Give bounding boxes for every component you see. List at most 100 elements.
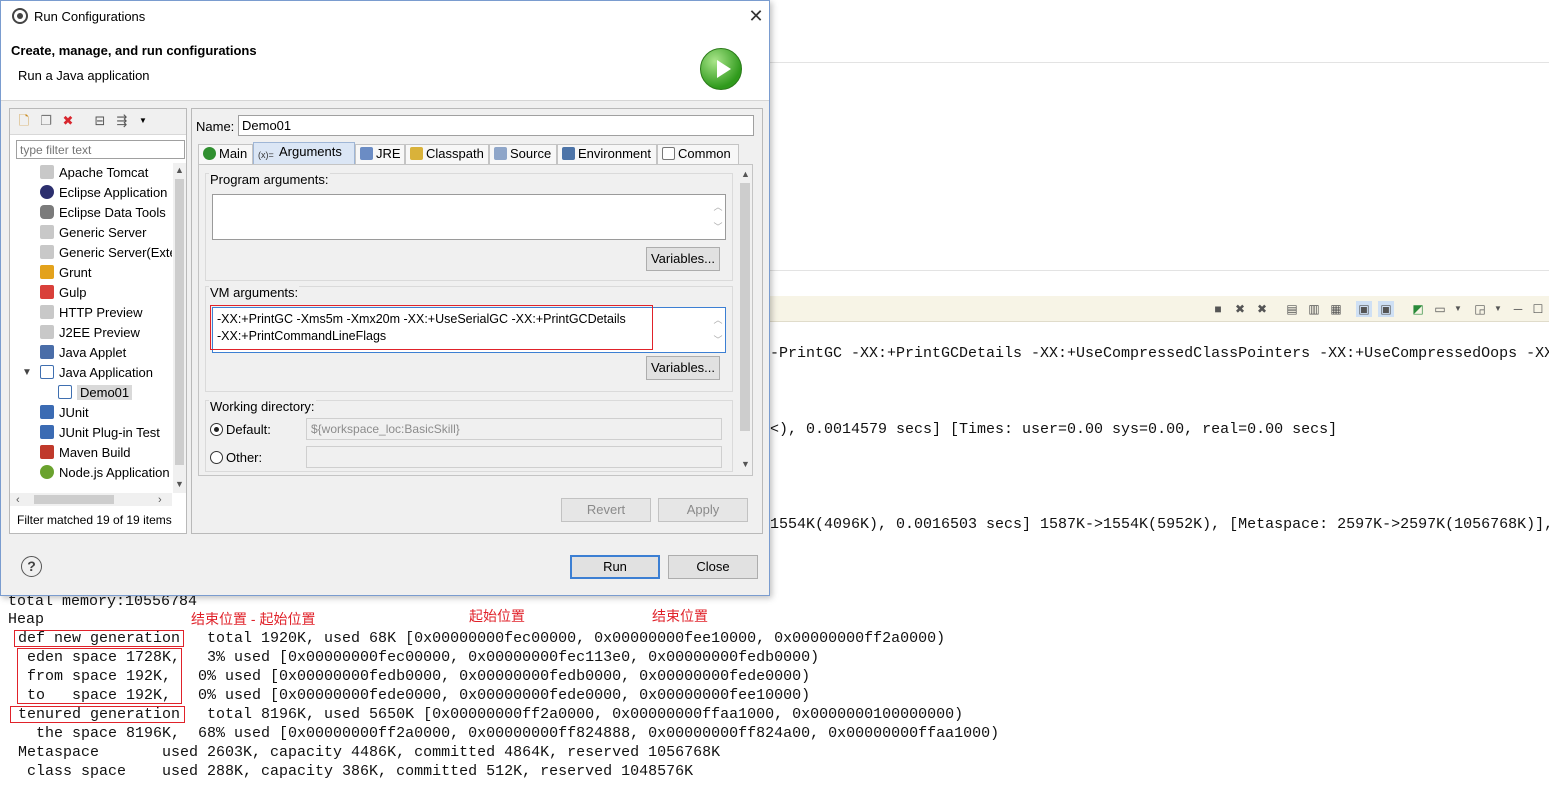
- tree-item-grunt[interactable]: Grunt: [40, 263, 92, 283]
- scrollbar-thumb[interactable]: [175, 179, 184, 465]
- tree-item-demo01[interactable]: Demo01: [58, 383, 133, 403]
- other-directory-radio[interactable]: [210, 451, 223, 464]
- tree-item-label: Java Applet: [59, 345, 127, 360]
- tree-item-maven-build[interactable]: Maven Build: [40, 443, 131, 463]
- tree-item-junit-plugin-test[interactable]: JUnit Plug-in Test: [40, 423, 160, 443]
- chevron-down-icon[interactable]: ▼: [22, 367, 32, 378]
- run-banner-icon: [700, 48, 742, 90]
- textarea-scroll-arrows[interactable]: ︿ ﹀: [713, 197, 723, 237]
- default-directory-label: Default:: [226, 422, 271, 437]
- vm-variables-button[interactable]: Variables...: [646, 356, 720, 380]
- server-icon: [40, 245, 54, 259]
- tab-classpath[interactable]: Classpath: [405, 144, 489, 164]
- collapse-all-icon[interactable]: ⊟: [92, 113, 108, 129]
- clear-console-icon[interactable]: ▤: [1284, 301, 1300, 317]
- delete-configuration-icon[interactable]: ✖: [60, 113, 76, 129]
- tree-item-http-preview[interactable]: HTTP Preview: [40, 303, 143, 323]
- name-field[interactable]: [238, 115, 754, 136]
- textarea-scroll-arrows[interactable]: ︿ ﹀: [713, 310, 723, 350]
- scroll-left-icon[interactable]: ‹: [16, 494, 20, 506]
- default-directory-radio[interactable]: [210, 423, 223, 436]
- tab-label: Classpath: [426, 146, 484, 161]
- scroll-up-icon[interactable]: ▲: [741, 169, 750, 179]
- pin-console-icon[interactable]: ◩: [1410, 301, 1426, 317]
- scroll-up-icon[interactable]: ▲: [175, 165, 184, 175]
- tree-item-eclipse-data-tools[interactable]: Eclipse Data Tools: [40, 203, 166, 223]
- remove-all-icon[interactable]: ✖: [1254, 301, 1270, 317]
- remove-launch-icon[interactable]: ✖: [1232, 301, 1248, 317]
- scrollbar-thumb[interactable]: [740, 183, 750, 431]
- tab-content-scrollbar[interactable]: ▲ ▼: [738, 167, 752, 473]
- tree-item-generic-server-external[interactable]: Generic Server(Exte: [40, 243, 172, 263]
- display-console-dropdown-icon[interactable]: ▼: [1450, 301, 1466, 317]
- tree-item-junit[interactable]: JUnit: [40, 403, 89, 423]
- tree-item-label: Maven Build: [59, 445, 131, 460]
- terminate-icon[interactable]: ■: [1210, 301, 1226, 317]
- minimize-icon[interactable]: ─: [1510, 301, 1526, 317]
- jre-tab-icon: [360, 147, 373, 160]
- tree-item-nodejs-application[interactable]: Node.js Application: [40, 463, 170, 483]
- tree-item-java-application[interactable]: Java Application: [40, 363, 153, 383]
- server-icon: [40, 165, 54, 179]
- program-variables-button[interactable]: Variables...: [646, 247, 720, 271]
- dialog-title: Run Configurations: [34, 9, 146, 24]
- highlight-def-new-generation: [14, 630, 184, 647]
- scrollbar-thumb[interactable]: [34, 495, 114, 504]
- run-button[interactable]: Run: [570, 555, 660, 579]
- tree-item-gulp[interactable]: Gulp: [40, 283, 86, 303]
- tree-vertical-scrollbar[interactable]: ▲ ▼: [173, 163, 186, 493]
- annotation-end: 结束位置: [652, 608, 708, 624]
- console-output-line: the space 8196K, 68% used [0x00000000ff2…: [0, 725, 1000, 742]
- eclipse-icon: [40, 185, 54, 199]
- tree-item-java-applet[interactable]: Java Applet: [40, 343, 126, 363]
- scroll-down-icon[interactable]: ▼: [175, 479, 184, 489]
- tree-item-eclipse-application[interactable]: Eclipse Application: [40, 183, 167, 203]
- tab-label: JRE: [376, 146, 401, 161]
- tree-item-generic-server[interactable]: Generic Server: [40, 223, 146, 243]
- scroll-right-icon[interactable]: ›: [158, 494, 162, 506]
- scroll-lock-icon[interactable]: ▥: [1306, 301, 1322, 317]
- tab-label: Source: [510, 146, 552, 161]
- server-icon: [40, 325, 54, 339]
- gulp-icon: [40, 285, 54, 299]
- tree-item-apache-tomcat[interactable]: Apache Tomcat: [40, 163, 148, 183]
- nodejs-icon: [40, 465, 54, 479]
- tree-item-label: Generic Server: [59, 225, 147, 240]
- new-configuration-icon[interactable]: 🗋: [16, 113, 32, 129]
- word-wrap-icon[interactable]: ▦: [1328, 301, 1344, 317]
- tab-environment[interactable]: Environment: [557, 144, 657, 164]
- main-tab-icon: [203, 147, 216, 160]
- tab-main[interactable]: Main: [198, 144, 253, 164]
- tab-jre[interactable]: JRE: [355, 144, 405, 164]
- tree-horizontal-scrollbar[interactable]: ‹ ›: [10, 493, 172, 506]
- tab-label: Common: [678, 146, 731, 161]
- vm-arguments-label: VM arguments:: [209, 285, 300, 300]
- maximize-icon[interactable]: ☐: [1530, 301, 1546, 317]
- highlight-vm-arguments: [210, 305, 653, 350]
- filter-configurations-icon[interactable]: ⇶: [114, 113, 130, 129]
- program-arguments-field[interactable]: ︿ ﹀: [212, 194, 726, 240]
- run-configurations-dialog: Run Configurations ✕ Create, manage, and…: [0, 0, 770, 596]
- show-on-stderr-icon[interactable]: ▣: [1378, 301, 1394, 317]
- close-button[interactable]: Close: [668, 555, 758, 579]
- help-icon[interactable]: ?: [21, 556, 42, 577]
- open-console-icon[interactable]: ◲: [1472, 301, 1488, 317]
- console-output-line: -PrintGC -XX:+PrintGCDetails -XX:+UseCom…: [770, 345, 1549, 362]
- show-on-stdout-icon[interactable]: ▣: [1356, 301, 1372, 317]
- tab-source[interactable]: Source: [489, 144, 557, 164]
- tree-item-j2ee-preview[interactable]: J2EE Preview: [40, 323, 140, 343]
- apply-button[interactable]: Apply: [658, 498, 748, 522]
- view-menu-dropdown-icon[interactable]: ▼: [135, 113, 151, 129]
- default-directory-field: ${workspace_loc:BasicSkill}: [306, 418, 722, 440]
- duplicate-configuration-icon[interactable]: ❐: [38, 113, 54, 129]
- highlight-survivor-spaces: [17, 648, 182, 704]
- close-icon[interactable]: ✕: [745, 5, 767, 27]
- tree-item-label: Eclipse Data Tools: [59, 205, 166, 220]
- scroll-down-icon[interactable]: ▼: [741, 459, 750, 469]
- display-console-icon[interactable]: ▭: [1432, 301, 1448, 317]
- filter-input[interactable]: [16, 140, 185, 159]
- tab-common[interactable]: Common: [657, 144, 739, 164]
- open-console-dropdown-icon[interactable]: ▼: [1490, 301, 1506, 317]
- revert-button[interactable]: Revert: [561, 498, 651, 522]
- tab-arguments[interactable]: (x)= Arguments: [253, 142, 355, 164]
